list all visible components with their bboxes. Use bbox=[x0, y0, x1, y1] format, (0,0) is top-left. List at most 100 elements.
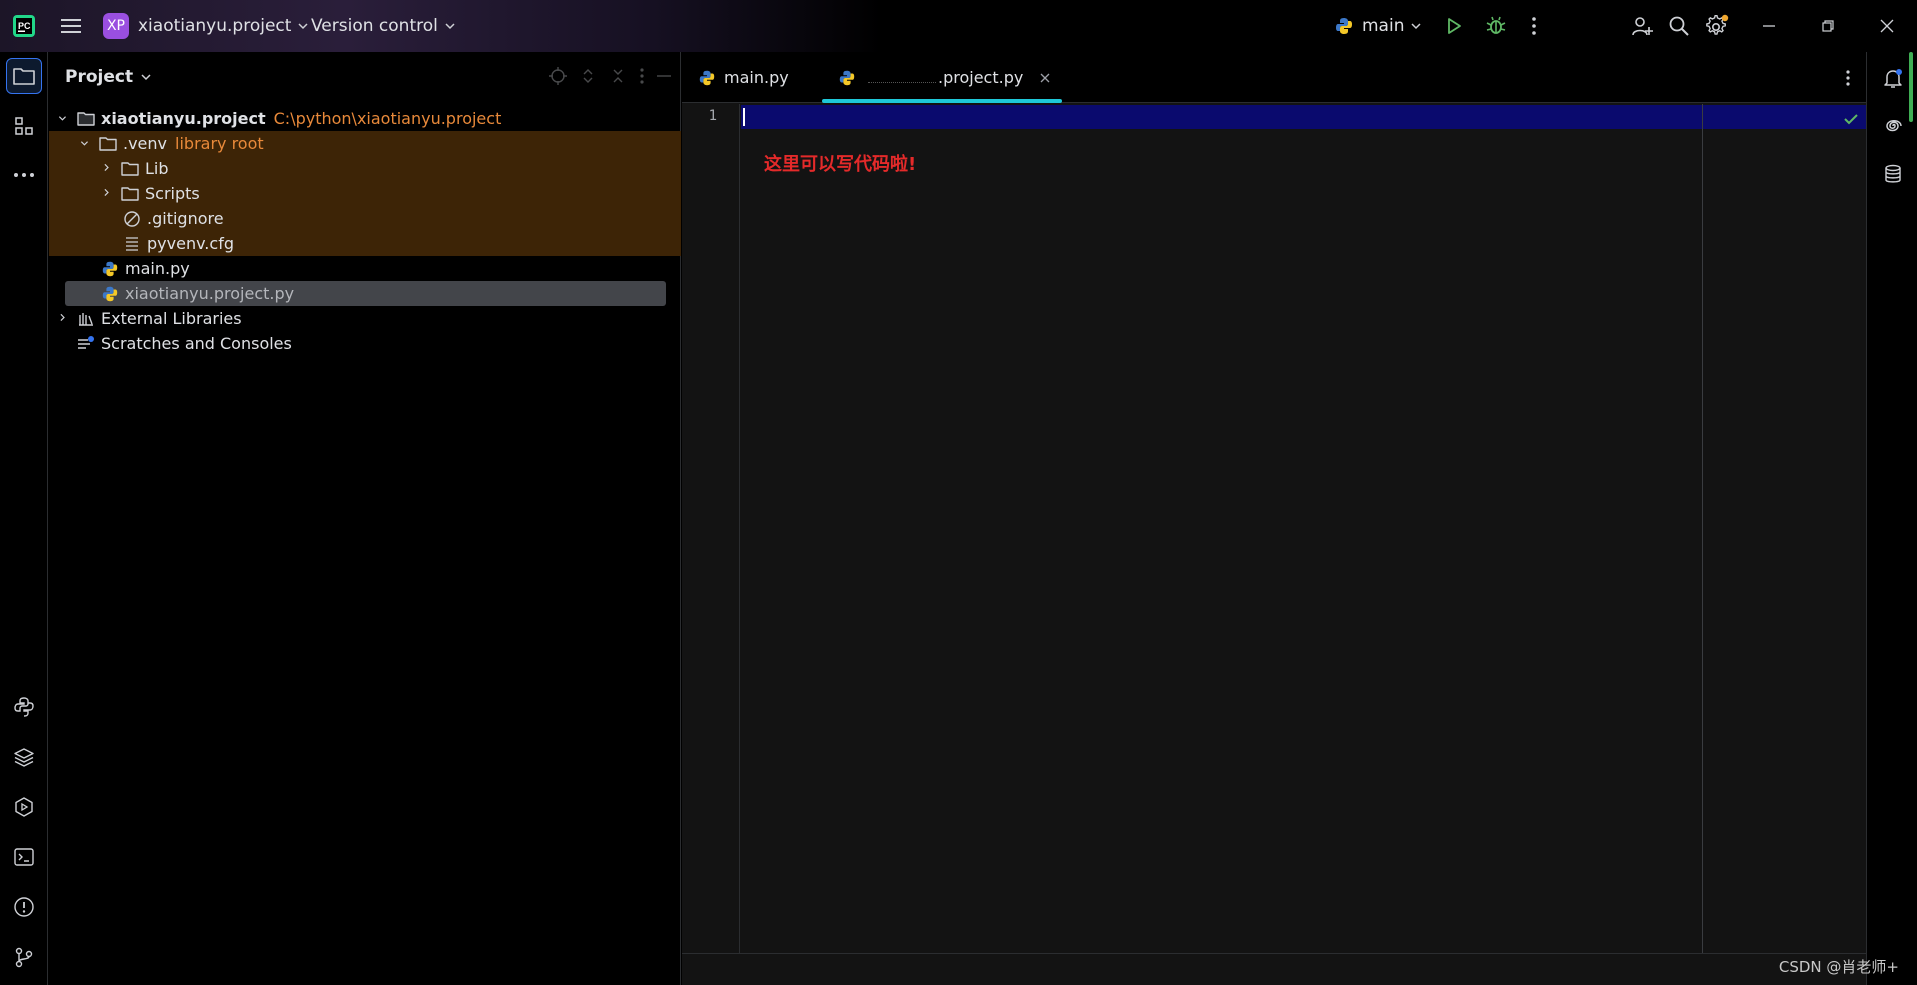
svg-text:PC: PC bbox=[18, 21, 31, 31]
python-console-button[interactable] bbox=[6, 689, 42, 725]
gear-icon bbox=[1706, 14, 1729, 35]
more-actions-button[interactable] bbox=[1530, 0, 1538, 52]
python-icon bbox=[1336, 18, 1352, 34]
collapse-all-icon[interactable] bbox=[608, 66, 628, 86]
ai-assistant-button[interactable] bbox=[1879, 112, 1907, 140]
root-folder-name: xiaotianyu.project bbox=[101, 109, 266, 128]
chevron-down-icon[interactable] bbox=[79, 137, 93, 151]
more-tools-button[interactable] bbox=[6, 157, 42, 193]
line-number: 1 bbox=[708, 108, 717, 124]
main-py-file-name: main.py bbox=[125, 259, 190, 278]
run-config-selector[interactable]: main bbox=[1334, 0, 1422, 52]
line-number-gutter: 1 bbox=[682, 104, 740, 985]
inspection-ok-icon[interactable] bbox=[1842, 110, 1860, 128]
config-file-icon bbox=[126, 236, 138, 251]
tab-main-py[interactable]: main.py bbox=[698, 52, 789, 103]
editor-annotation: 这里可以写代码啦! bbox=[764, 154, 917, 175]
right-margin-guide bbox=[1702, 104, 1703, 985]
scratches-label: Scratches and Consoles bbox=[101, 334, 292, 353]
tree-item-pyvenv[interactable]: pyvenv.cfg bbox=[49, 231, 681, 256]
tree-item-lib[interactable]: Lib bbox=[49, 156, 681, 181]
bug-icon bbox=[1486, 16, 1506, 34]
external-libraries-label: External Libraries bbox=[101, 309, 242, 328]
user-plus-icon bbox=[1632, 17, 1653, 36]
structure-icon bbox=[15, 117, 33, 135]
chevron-right-icon[interactable] bbox=[57, 312, 71, 326]
restore-icon bbox=[1822, 20, 1834, 32]
expand-all-icon[interactable] bbox=[578, 66, 598, 86]
close-icon bbox=[1880, 19, 1894, 33]
chevron-down-icon[interactable] bbox=[57, 112, 71, 126]
tabs-more-button[interactable] bbox=[1844, 52, 1852, 103]
tree-item-scratches[interactable]: Scratches and Consoles bbox=[49, 331, 681, 356]
locate-icon[interactable] bbox=[548, 66, 568, 86]
project-panel-header: Project bbox=[49, 52, 680, 102]
project-tool-button[interactable] bbox=[6, 58, 42, 94]
git-button[interactable] bbox=[6, 939, 42, 975]
tree-item-root[interactable]: xiaotianyu.project C:\python\xiaotianyu.… bbox=[49, 106, 681, 131]
python-packages-button[interactable] bbox=[6, 739, 42, 775]
tree-item-scripts[interactable]: Scripts bbox=[49, 181, 681, 206]
add-user-button[interactable] bbox=[1631, 0, 1653, 52]
redacted-text bbox=[868, 73, 936, 83]
settings-button[interactable] bbox=[1705, 0, 1729, 52]
terminal-icon bbox=[14, 848, 34, 866]
tree-item-project-py[interactable]: xiaotianyu.project.py bbox=[65, 281, 666, 306]
minimize-icon bbox=[1763, 25, 1775, 27]
lib-folder-name: Lib bbox=[145, 159, 169, 178]
services-button[interactable] bbox=[6, 789, 42, 825]
hamburger-icon bbox=[61, 19, 81, 33]
tree-item-venv[interactable]: .venv library root bbox=[49, 131, 681, 156]
debug-button[interactable] bbox=[1485, 0, 1507, 52]
scripts-folder-name: Scripts bbox=[145, 184, 200, 203]
folder-icon bbox=[99, 136, 117, 151]
tree-item-main-py[interactable]: main.py bbox=[49, 256, 681, 281]
editor-tabs: main.py .project.py bbox=[682, 52, 1866, 103]
run-button[interactable] bbox=[1444, 0, 1464, 52]
project-name: xiaotianyu.project bbox=[138, 16, 292, 36]
project-switcher[interactable]: XP xiaotianyu.project bbox=[103, 0, 309, 52]
project-panel-title[interactable]: Project bbox=[65, 67, 133, 87]
restore-button[interactable] bbox=[1820, 0, 1836, 52]
tree-item-gitignore[interactable]: .gitignore bbox=[49, 206, 681, 231]
chevron-right-icon[interactable] bbox=[101, 162, 115, 176]
services-icon bbox=[15, 797, 33, 817]
terminal-button[interactable] bbox=[6, 839, 42, 875]
close-window-button[interactable] bbox=[1879, 0, 1895, 52]
chevron-down-icon bbox=[298, 23, 308, 30]
folder-icon bbox=[121, 161, 139, 176]
tree-item-external-libraries[interactable]: External Libraries bbox=[49, 306, 681, 331]
current-line-highlight[interactable] bbox=[741, 105, 1866, 129]
chevron-down-icon bbox=[1411, 23, 1422, 30]
hide-panel-icon[interactable] bbox=[656, 66, 672, 86]
horizontal-scroll-area[interactable] bbox=[682, 953, 1866, 985]
play-icon bbox=[1448, 18, 1461, 34]
close-tab-icon[interactable] bbox=[1039, 72, 1051, 84]
spiral-icon bbox=[1886, 120, 1902, 132]
project-panel-actions bbox=[548, 66, 672, 86]
more-vertical-icon[interactable] bbox=[638, 66, 646, 86]
layers-icon bbox=[14, 748, 34, 767]
search-button[interactable] bbox=[1668, 0, 1690, 52]
gitignore-file-name: .gitignore bbox=[147, 209, 224, 228]
chevron-down-icon[interactable] bbox=[140, 71, 152, 83]
folder-icon bbox=[13, 68, 35, 85]
scratches-icon bbox=[78, 335, 94, 349]
main-menu-button[interactable] bbox=[60, 0, 82, 52]
pyvenv-file-name: pyvenv.cfg bbox=[147, 234, 234, 253]
tab-project-py[interactable]: .project.py bbox=[838, 52, 1051, 103]
database-button[interactable] bbox=[1879, 160, 1907, 188]
app-logo[interactable]: PC bbox=[12, 0, 36, 52]
editor-area: main.py .project.py 1 这里可以写代码啦! bbox=[682, 52, 1866, 985]
left-tool-strip bbox=[0, 52, 48, 985]
tab-label: main.py bbox=[724, 68, 789, 87]
chevron-right-icon[interactable] bbox=[101, 187, 115, 201]
venv-folder-name: .venv bbox=[123, 134, 168, 153]
vertical-scrollbar[interactable] bbox=[1909, 52, 1913, 122]
database-icon bbox=[1885, 164, 1901, 183]
version-control-menu[interactable]: Version control bbox=[311, 0, 456, 52]
problems-button[interactable] bbox=[6, 889, 42, 925]
structure-tool-button[interactable] bbox=[6, 108, 42, 144]
notifications-button[interactable] bbox=[1879, 64, 1907, 92]
minimize-button[interactable] bbox=[1761, 0, 1777, 52]
